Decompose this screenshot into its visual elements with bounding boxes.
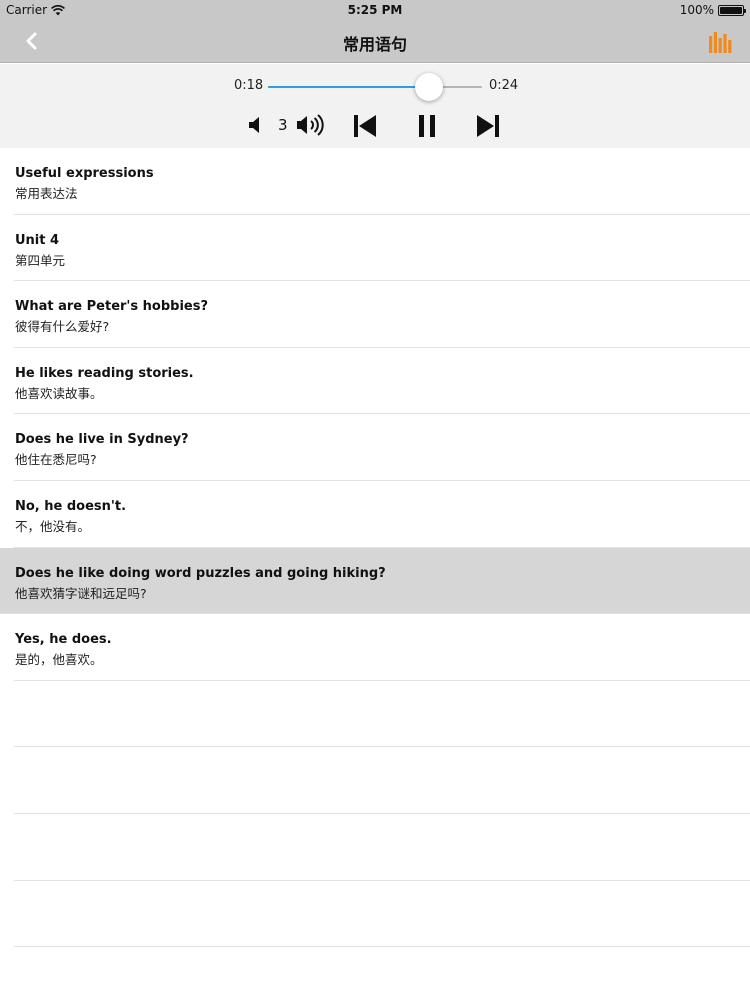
empty-row bbox=[14, 881, 750, 948]
battery-percent: 100% bbox=[679, 3, 714, 17]
sentence-chinese: 他喜欢猜字谜和远足吗? bbox=[15, 585, 147, 601]
skip-next-icon[interactable] bbox=[474, 112, 502, 140]
volume-low-icon[interactable] bbox=[246, 114, 268, 136]
audio-player: 0:18 0:24 3 bbox=[0, 64, 750, 148]
equalizer-icon[interactable] bbox=[708, 30, 732, 54]
sentence-chinese: 常用表达法 bbox=[15, 186, 78, 201]
status-time: 5:25 PM bbox=[347, 3, 403, 17]
volume-high-icon[interactable] bbox=[295, 112, 327, 138]
list-item[interactable]: No, he doesn't. 不，他没有。 bbox=[14, 481, 750, 548]
sentence-chinese: 他喜欢读故事。 bbox=[15, 385, 103, 401]
volume-level: 3 bbox=[278, 116, 288, 134]
navigation-bar: 常用语句 bbox=[0, 20, 750, 63]
list-item[interactable]: Unit 4 第四单元 bbox=[14, 215, 750, 282]
battery-icon bbox=[718, 4, 746, 16]
list-item[interactable]: What are Peter's hobbies? 彼得有什么爱好? bbox=[14, 281, 750, 348]
empty-row bbox=[14, 681, 750, 748]
sentence-english: Useful expressions bbox=[15, 166, 154, 181]
sentence-english: No, he doesn't. bbox=[15, 498, 127, 514]
sentence-english: Does he like doing word puzzles and goin… bbox=[15, 565, 386, 581]
sentence-english: Unit 4 bbox=[15, 232, 60, 248]
battery-indicator: 100% bbox=[679, 3, 746, 17]
sentence-english: Yes, he does. bbox=[15, 632, 112, 648]
current-time: 0:18 bbox=[234, 78, 264, 93]
pause-icon[interactable] bbox=[414, 112, 440, 140]
sentence-chinese: 彼得有什么爱好? bbox=[15, 319, 110, 335]
sentence-english: Does he live in Sydney? bbox=[15, 432, 189, 448]
sentence-chinese: 是的，他喜欢。 bbox=[15, 652, 103, 668]
total-time: 0:24 bbox=[489, 78, 519, 93]
empty-row bbox=[14, 747, 750, 814]
progress-fill bbox=[268, 86, 429, 88]
sentence-english: What are Peter's hobbies? bbox=[15, 299, 209, 315]
progress-slider[interactable] bbox=[268, 86, 482, 88]
list-item[interactable]: He likes reading stories. 他喜欢读故事。 bbox=[14, 348, 750, 415]
list-item[interactable]: Does he live in Sydney? 他住在悉尼吗? bbox=[14, 414, 750, 481]
sentence-chinese: 不，他没有。 bbox=[15, 518, 91, 534]
sentence-chinese: 他住在悉尼吗? bbox=[15, 452, 97, 468]
sentence-chinese: 第四单元 bbox=[15, 252, 66, 268]
status-bar: Carrier 5:25 PM 100% bbox=[0, 0, 750, 20]
page-title: 常用语句 bbox=[342, 35, 407, 54]
sentence-english: He likes reading stories. bbox=[15, 365, 194, 381]
empty-row bbox=[14, 814, 750, 881]
progress-thumb[interactable] bbox=[414, 73, 443, 101]
list-item[interactable]: Useful expressions 常用表达法 bbox=[14, 148, 750, 215]
skip-previous-icon[interactable] bbox=[351, 112, 379, 140]
list-item[interactable]: Does he like doing word puzzles and goin… bbox=[0, 547, 750, 615]
list-item[interactable]: Yes, he does. 是的，他喜欢。 bbox=[14, 614, 750, 681]
sentence-list: Useful expressions 常用表达法 Unit 4 第四单元 Wha… bbox=[0, 148, 750, 948]
